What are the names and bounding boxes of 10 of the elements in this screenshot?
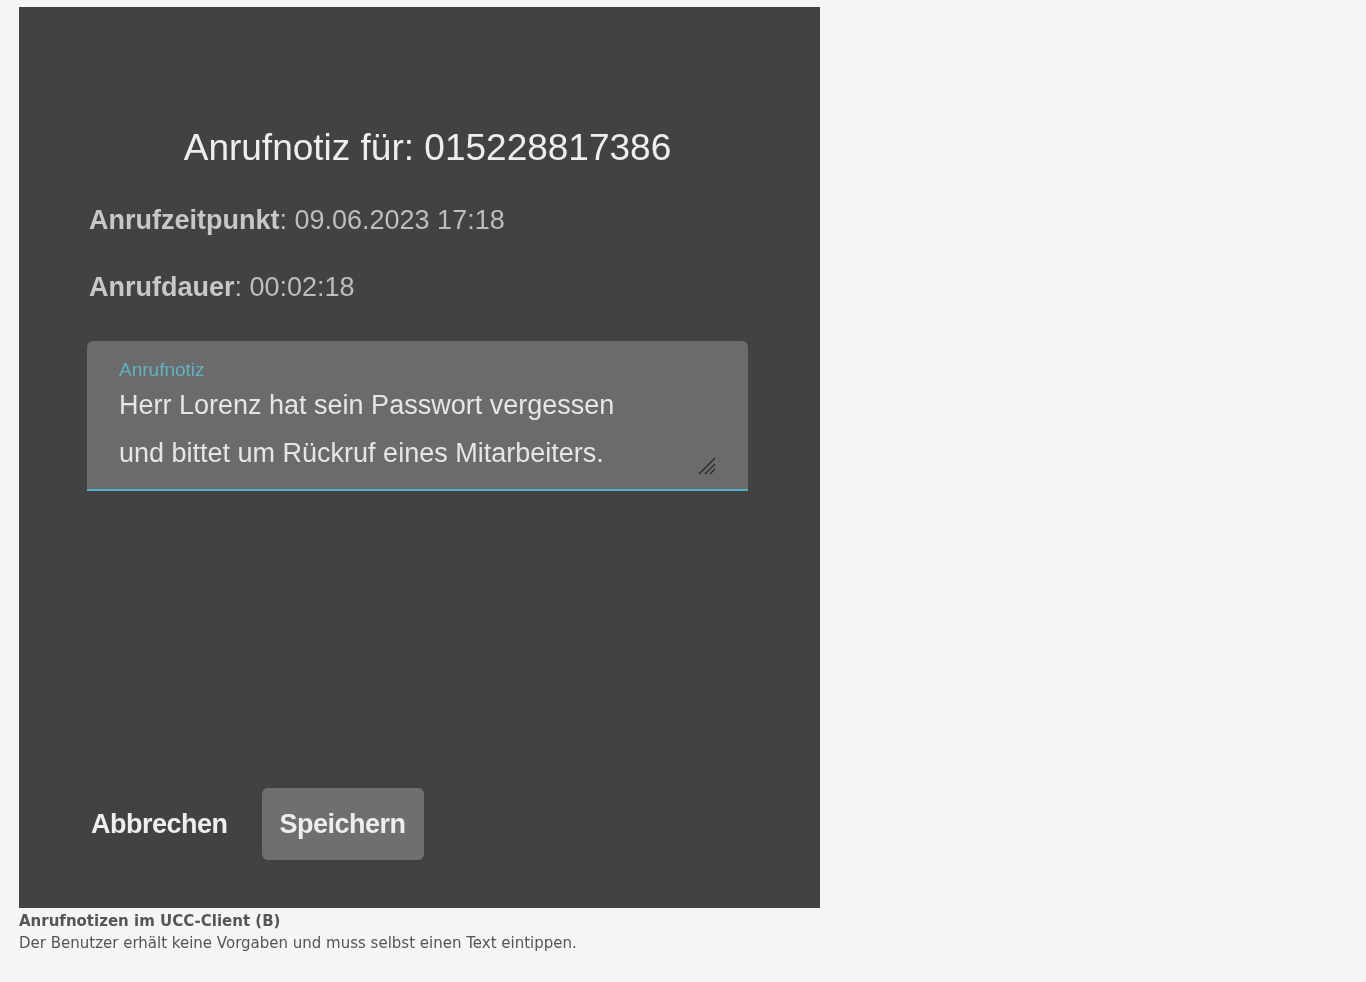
note-field[interactable]: Anrufnotiz Herr Lorenz hat sein Passwort vergessen und bittet um Rückruf eines Mitarbeiters.: [87, 341, 748, 491]
detail-text: Anrufdauer: 00:02:18: [89, 272, 355, 303]
save-button[interactable]: Speichern: [261, 788, 424, 860]
caption-title: Anrufnotizen im UCC-Client (B): [19, 912, 282, 930]
cancel-button[interactable]: Abbrechen: [73, 788, 246, 860]
resize-handle-icon[interactable]: [696, 455, 716, 475]
caption-text: Der Benutzer erhält keine Vorgaben und muss selbst einen Text eintippen.: [19, 934, 578, 952]
dialog-title: Anrufnotiz für: 015228817386: [183, 127, 672, 169]
detail-text: Anrufzeitpunkt: 09.06.2023 17:18: [89, 205, 505, 236]
field-label: Anrufnotiz: [119, 359, 205, 381]
